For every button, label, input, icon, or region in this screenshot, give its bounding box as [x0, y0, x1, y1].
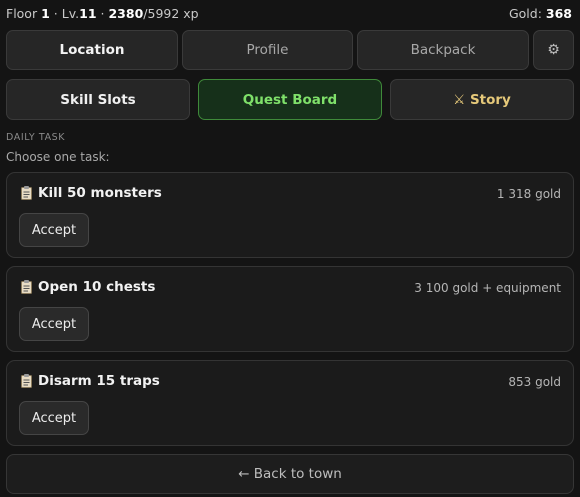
task-title: Kill 50 monsters — [38, 185, 162, 201]
task-card: Disarm 15 traps 853 gold Accept — [6, 360, 574, 446]
status-bar: Floor 1 · Lv.11 · 2380/5992 xp Gold: 368 — [6, 4, 572, 22]
task-card: Kill 50 monsters 1 318 gold Accept — [6, 172, 574, 258]
task-hint: Choose one task: — [6, 150, 110, 164]
clipboard-icon — [21, 280, 32, 294]
accept-button[interactable]: Accept — [19, 213, 89, 247]
gold-display: Gold: 368 — [509, 6, 572, 21]
task-reward: 1 318 gold — [496, 187, 561, 201]
task-title: Open 10 chests — [38, 279, 156, 295]
xp-value: 2380 — [108, 5, 144, 21]
gear-icon: ⚙ — [547, 42, 560, 58]
tab-location[interactable]: Location — [6, 30, 178, 70]
task-title-row: Disarm 15 traps — [21, 373, 160, 389]
player-stats: Floor 1 · Lv.11 · 2380/5992 xp — [6, 6, 199, 21]
task-card: Open 10 chests 3 100 gold + equipment Ac… — [6, 266, 574, 352]
accept-button[interactable]: Accept — [19, 307, 89, 341]
tab-skill-slots[interactable]: Skill Slots — [6, 79, 190, 120]
clipboard-icon — [21, 186, 32, 200]
tab-quest-board[interactable]: Quest Board — [198, 79, 382, 120]
accept-button[interactable]: Accept — [19, 401, 89, 435]
task-title-row: Open 10 chests — [21, 279, 155, 295]
back-to-town-button[interactable]: ← Back to town — [6, 454, 574, 494]
separator: · — [100, 5, 105, 21]
gold-label: Gold: — [508, 5, 542, 21]
floor-label: Floor — [6, 5, 38, 21]
floor-value: 1 — [41, 5, 50, 21]
separator: · — [53, 5, 58, 21]
section-label: DAILY TASK — [6, 132, 66, 143]
tab-backpack[interactable]: Backpack — [357, 30, 529, 70]
gold-value: 368 — [545, 5, 572, 21]
task-title-row: Kill 50 monsters — [21, 185, 162, 201]
settings-button[interactable]: ⚙ — [533, 30, 574, 70]
xp-max: /5992 xp — [143, 5, 199, 21]
tab-story[interactable]: ⚔ Story — [390, 79, 574, 120]
level-value: 11 — [79, 5, 97, 21]
task-reward: 3 100 gold + equipment — [414, 281, 561, 295]
task-reward: 853 gold — [508, 375, 561, 389]
tab-profile[interactable]: Profile — [182, 30, 353, 70]
level-label: Lv. — [61, 5, 80, 21]
clipboard-icon — [21, 374, 32, 388]
task-title: Disarm 15 traps — [38, 373, 160, 389]
